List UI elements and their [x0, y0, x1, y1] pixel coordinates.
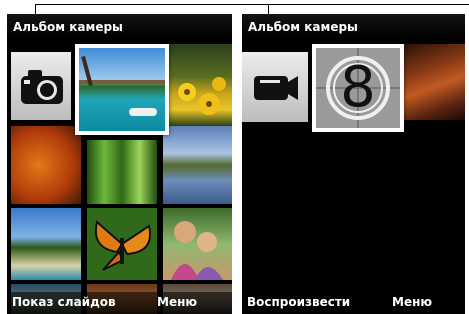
video-thumbnail-canyon[interactable]: [404, 44, 465, 120]
softkey-bar: Показ слайдов Меню: [7, 292, 232, 314]
photo-thumbnail-flowers[interactable]: [169, 44, 232, 126]
family-image: [171, 221, 223, 280]
video-camera-item[interactable]: [242, 52, 308, 122]
callout-line-top: [35, 4, 469, 5]
photo-thumbnail-lake[interactable]: [163, 126, 232, 204]
butterfly-image: [95, 220, 151, 271]
photo-thumbnail-palm-beach[interactable]: [11, 208, 81, 280]
selected-video-thumbnail[interactable]: 8: [312, 44, 404, 132]
countdown-number: 8: [340, 55, 376, 120]
photo-thumbnail-grass[interactable]: [87, 140, 157, 204]
tropical-resort-image: [79, 48, 165, 131]
selected-photo-thumbnail[interactable]: [75, 44, 169, 135]
camera-item[interactable]: [11, 52, 71, 120]
camera-album-photos-screen: Альбом камеры Показ слайдов Меню: [7, 14, 232, 314]
camera-album-videos-screen: Альбом камеры 8 Воспроизвести Меню: [242, 14, 465, 314]
flowers-image: [178, 77, 226, 115]
photo-thumbnail-butterfly[interactable]: [87, 208, 157, 280]
photo-thumbnail-autumn-leaf[interactable]: [11, 126, 81, 204]
screen-title: Альбом камеры: [7, 14, 232, 38]
countdown-leader-frame: 8: [316, 48, 400, 128]
camera-icon: [21, 70, 63, 104]
softkey-slideshow[interactable]: Показ слайдов: [12, 292, 116, 312]
softkey-bar: Воспроизвести Меню: [242, 292, 465, 314]
softkey-menu[interactable]: Меню: [392, 292, 432, 312]
softkey-play[interactable]: Воспроизвести: [247, 292, 350, 312]
softkey-menu[interactable]: Меню: [157, 292, 197, 312]
video-camera-icon: [254, 76, 298, 100]
photo-thumbnail-family[interactable]: [163, 208, 232, 280]
screen-title: Альбом камеры: [242, 14, 465, 38]
